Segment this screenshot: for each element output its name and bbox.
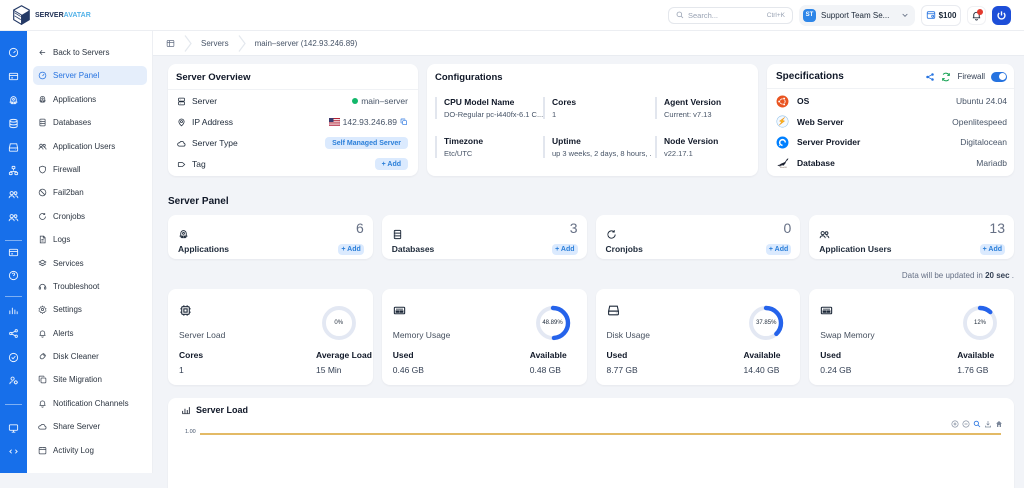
- svg-text:MariaDB: MariaDB: [780, 166, 788, 169]
